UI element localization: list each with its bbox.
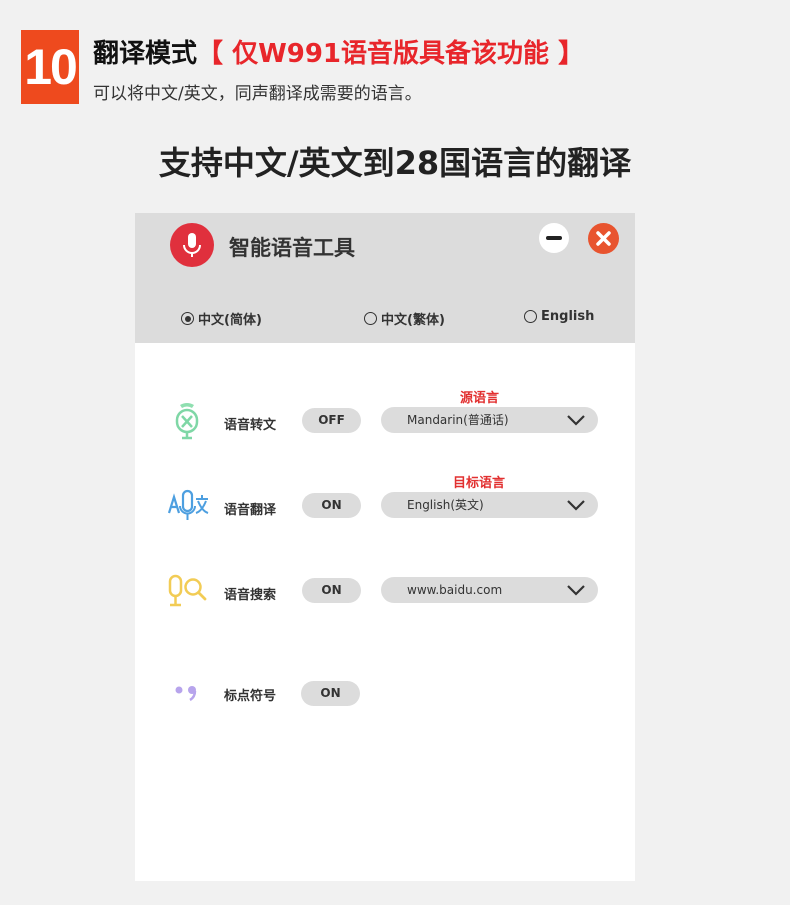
source-language-dropdown[interactable]: Mandarin(普通话) xyxy=(381,407,598,433)
minimize-button[interactable] xyxy=(539,223,569,253)
dropdown-value: English(英文) xyxy=(407,498,484,512)
microphone-icon xyxy=(170,223,214,267)
radio-button-selected[interactable] xyxy=(181,312,194,325)
chevron-down-icon xyxy=(567,415,585,426)
radio-label: English xyxy=(541,309,595,324)
window-header: 智能语音工具 中文(简体) 中文(繁体) English xyxy=(135,213,635,343)
row-label-translation: 语音翻译 xyxy=(224,503,277,518)
translate-icon xyxy=(167,489,209,520)
feature-title-text: 翻译模式 xyxy=(93,39,198,69)
close-icon xyxy=(596,231,611,246)
search-engine-dropdown[interactable]: www.baidu.com xyxy=(381,577,598,603)
toggle-punctuation[interactable]: ON xyxy=(301,681,360,706)
radio-simplified-chinese[interactable]: 中文(简体) xyxy=(181,309,262,328)
row-label-speech-to-text: 语音转文 xyxy=(224,418,277,433)
row-label-punctuation: 标点符号 xyxy=(224,689,277,704)
row-label-voice-search: 语音搜索 xyxy=(224,588,277,603)
voice-tool-window: 智能语音工具 中文(简体) 中文(繁体) English 源语言 语音转文 OF… xyxy=(135,213,635,881)
toggle-voice-search[interactable]: ON xyxy=(302,578,361,603)
radio-label: 中文(简体) xyxy=(198,313,262,328)
radio-english[interactable]: English xyxy=(524,309,594,324)
chevron-down-icon xyxy=(567,585,585,596)
dropdown-value: Mandarin(普通话) xyxy=(407,413,509,427)
source-language-tag: 源语言 xyxy=(460,391,500,406)
target-language-tag: 目标语言 xyxy=(453,476,506,491)
radio-traditional-chinese[interactable]: 中文(繁体) xyxy=(364,309,445,328)
chevron-down-icon xyxy=(567,500,585,511)
speech-to-text-icon xyxy=(175,403,199,440)
radio-label: 中文(繁体) xyxy=(381,313,445,328)
feature-subtitle: 可以将中文/英文，同声翻译成需要的语言。 xyxy=(93,84,422,104)
toggle-translation[interactable]: ON xyxy=(302,493,361,518)
headline: 支持中文/英文到28国语言的翻译 xyxy=(158,144,632,182)
toggle-speech-to-text[interactable]: OFF xyxy=(302,408,361,433)
close-button[interactable] xyxy=(588,223,619,254)
punctuation-icon xyxy=(175,686,197,702)
feature-number-badge: 10 xyxy=(21,30,79,104)
app-title: 智能语音工具 xyxy=(229,236,355,260)
feature-highlight: 【 仅W991语音版具备该功能 】 xyxy=(197,39,585,69)
radio-button[interactable] xyxy=(364,312,377,325)
feature-title: 翻译模式【 仅W991语音版具备该功能 】 xyxy=(93,33,584,70)
target-language-dropdown[interactable]: English(英文) xyxy=(381,492,598,518)
radio-button[interactable] xyxy=(524,310,537,323)
voice-search-icon xyxy=(168,574,207,607)
dropdown-value: www.baidu.com xyxy=(407,583,503,597)
